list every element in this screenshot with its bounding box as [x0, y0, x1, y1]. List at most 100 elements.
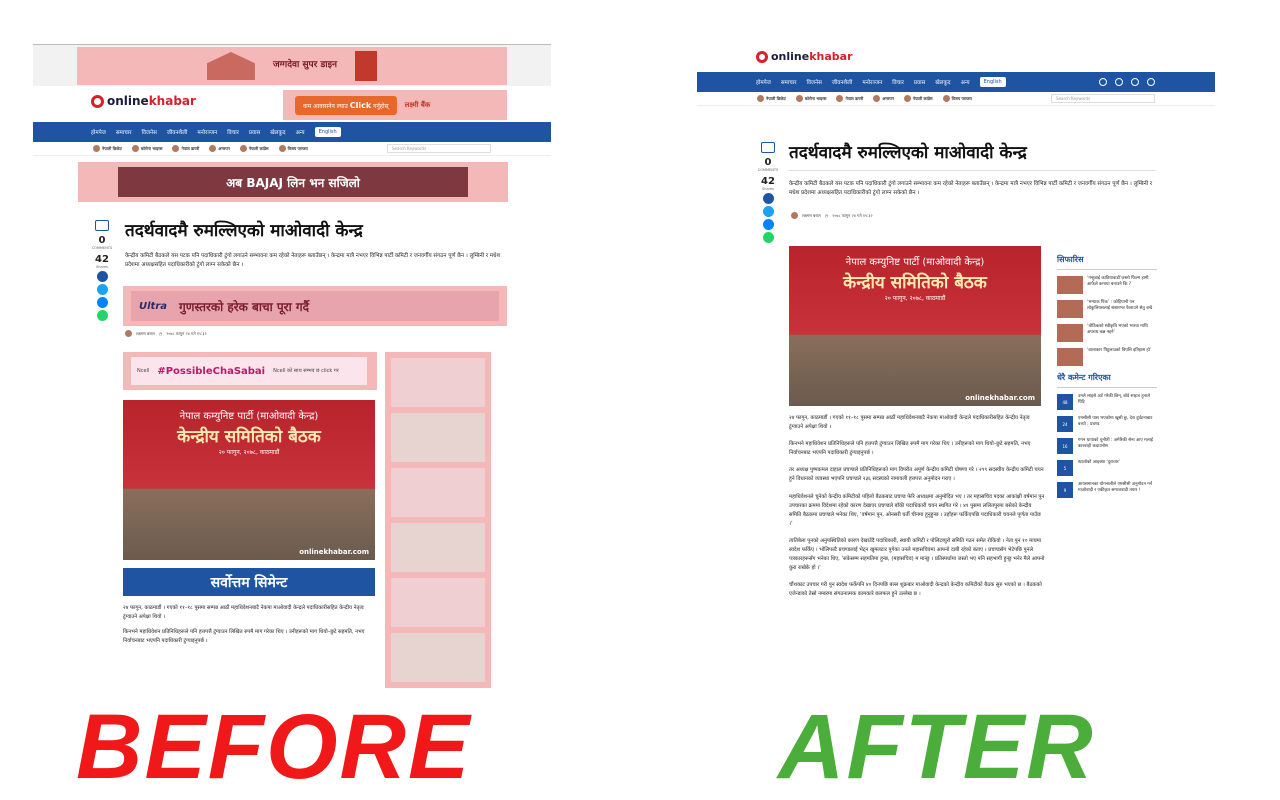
search-input[interactable]: Search Keywords	[1051, 94, 1155, 103]
nav-item[interactable]: खेलकुद	[935, 78, 950, 86]
trending-item[interactable]: विजय पराजय	[278, 145, 308, 152]
bajaj-ad-text: अब BAJAJ लिन भन सजिलो	[118, 167, 468, 197]
trending-item[interactable]: अमरपन	[873, 95, 894, 102]
facebook-icon[interactable]	[762, 193, 774, 204]
trending-item[interactable]: नेपाली कांग्रेस	[239, 145, 269, 152]
nav-item[interactable]: अन्य	[296, 128, 305, 136]
ultra-ad-banner[interactable]: Ultra गुणस्तरको हरेक बाचा पूरा गर्दै	[123, 286, 507, 326]
article-date: २०७८ फागुन २४ गते १५:३२	[832, 212, 873, 218]
rail-ad[interactable]	[391, 413, 485, 462]
list-item[interactable]: ‘बालाकार पिठुलाउको विपत्ति इतिहास हो’	[1057, 348, 1157, 366]
history-icon[interactable]	[1099, 78, 1107, 86]
ultra-brand: Ultra	[139, 300, 168, 312]
trending-item[interactable]: कोरोना भाइरस	[795, 95, 826, 102]
avatar	[942, 95, 950, 102]
author-name[interactable]: लक्ष्मण बराल	[136, 331, 155, 337]
comment-label: COMMENTS	[91, 246, 113, 250]
rail-ad[interactable]	[391, 358, 485, 407]
clock-icon: ◷	[158, 331, 163, 336]
nav-item[interactable]: विजनेस	[806, 78, 821, 86]
trending-item[interactable]: नेपाल डायरी	[836, 95, 863, 102]
nav-item[interactable]: विचार	[227, 128, 239, 136]
trending-item[interactable]: कोरोना भाइरस	[131, 145, 162, 152]
body-paragraph: किनभने महाधिवेशन प्रतिनिधिहरूले पनि हत्त…	[789, 441, 1031, 457]
cement-ad-banner[interactable]: सर्वोत्तम सिमेन्ट	[123, 568, 375, 596]
trending-item[interactable]: नेपाल डायरी	[172, 145, 199, 152]
nav-item[interactable]: विजनेस	[141, 128, 156, 136]
list-item[interactable]: 16 गगन थापाको चुनौती : अमेरिकी सेना आए मल…	[1057, 438, 1157, 454]
user-icon[interactable]	[1131, 78, 1139, 86]
messenger-icon[interactable]	[762, 219, 774, 230]
search-input[interactable]: Search Keywords	[387, 144, 491, 153]
nav-item[interactable]: मनोरञ्जन	[862, 78, 882, 86]
list-item[interactable]: 24 एमसीसी पास भएकोमा खुसी छु, देश दुर्घटन…	[1057, 416, 1157, 432]
thumbnail	[1057, 324, 1083, 342]
trending-item[interactable]: नेपाली कांग्रेस	[903, 95, 933, 102]
english-button[interactable]: English	[314, 127, 341, 137]
rail-ad[interactable]	[391, 578, 485, 627]
share-label: Shares	[96, 265, 108, 269]
nav-item[interactable]: होमपेज	[91, 128, 106, 136]
english-button[interactable]: English	[979, 77, 1006, 87]
twitter-icon[interactable]	[762, 206, 774, 217]
trending-item[interactable]: नेपाली क्रिकेट	[757, 95, 786, 102]
nav-item[interactable]: समाचार	[116, 128, 132, 136]
ncell-tag: #PossibleChaSabai	[157, 365, 266, 377]
nav-item[interactable]: खेलकुद	[270, 128, 285, 136]
ncell-ad-banner[interactable]: Ncell #PossibleChaSabai Ncell को साथ सम्…	[123, 352, 377, 390]
nav-item[interactable]: जीवनशैली	[832, 78, 853, 86]
rail-ad[interactable]	[391, 468, 485, 517]
list-item[interactable]: ‘गन्हुबाई काठियावाडी’जस्तो फिल्म हामी आफ…	[1057, 276, 1157, 294]
comment-icon[interactable]	[761, 142, 775, 153]
whatsapp-icon[interactable]	[96, 310, 108, 321]
header-ad-banner[interactable]: कम आवासनेन ल्याउ Click गर्नुहोस् लक्ष्मी…	[283, 90, 507, 120]
nav-item[interactable]: जीवनशैली	[167, 128, 188, 136]
nav-item[interactable]: प्रवास	[914, 78, 925, 86]
trending-icon[interactable]	[1115, 78, 1123, 86]
comment-badge: 24	[1057, 416, 1073, 432]
thumbnail	[1057, 348, 1083, 366]
header-ad-button[interactable]: कम आवासनेन ल्याउ Click गर्नुहोस्	[295, 95, 397, 115]
site-logo[interactable]: onlinekhabar	[756, 50, 853, 63]
article-lead: केन्द्रीय कमिटी बैठकले यस पटक पनि पदाधिक…	[125, 253, 501, 268]
logo-mark-icon	[91, 94, 104, 108]
top-ad-text: जग्गदेवा सुपर डाइन	[272, 60, 338, 71]
share-label: Shares	[762, 187, 774, 191]
list-item[interactable]: 9 आयसमानका योगनालीले एमसीसी अनुमोदन गर्न …	[1057, 482, 1157, 498]
trending-item[interactable]: नेपाली क्रिकेट	[93, 145, 122, 152]
list-item[interactable]: 48 उनले लाइसे अर्ट गरेकी छिन्, बोडे साइज …	[1057, 394, 1157, 410]
nav-item[interactable]: समाचार	[781, 78, 797, 86]
menu-icon[interactable]	[1147, 78, 1155, 86]
trending-item[interactable]: अमरपन	[209, 145, 230, 152]
main-nav: होमपेज समाचार विजनेस जीवनशैली मनोरञ्जन व…	[697, 72, 1215, 92]
after-label: AFTER	[778, 696, 1095, 798]
nav-item[interactable]: विचार	[892, 78, 904, 86]
logo-mark-icon	[756, 50, 768, 63]
twitter-icon[interactable]	[96, 284, 108, 295]
clock-icon: ◷	[824, 213, 829, 218]
site-logo[interactable]: onlinekhabar	[91, 94, 196, 108]
messenger-icon[interactable]	[96, 297, 108, 308]
comment-icon[interactable]	[95, 220, 109, 231]
nav-item[interactable]: प्रवास	[249, 128, 260, 136]
top-bar: जग्गदेवा सुपर डाइन	[33, 44, 551, 86]
photo-watermark: onlinekhabar.com	[965, 394, 1035, 402]
comment-badge: 16	[1057, 438, 1073, 454]
nav-item[interactable]: मनोरञ्जन	[197, 128, 217, 136]
top-ad-banner[interactable]: जग्गदेवा सुपर डाइन	[77, 47, 507, 85]
before-screenshot: जग्गदेवा सुपर डाइन onlinekhabar कम आवासन…	[33, 44, 551, 694]
list-item[interactable]: ‘भन्याक पिक’ : कोहिपानी पन लोकुलियसलाई स…	[1057, 300, 1157, 318]
nav-item[interactable]: होमपेज	[756, 78, 771, 86]
rail-ad[interactable]	[391, 523, 485, 572]
photo-watermark: onlinekhabar.com	[299, 548, 369, 556]
whatsapp-icon[interactable]	[762, 232, 774, 243]
list-item[interactable]: ‘चौठिकको स्वीकृति भएको भारवा माथि अपराध …	[1057, 324, 1157, 342]
facebook-icon[interactable]	[96, 271, 108, 282]
author-name[interactable]: लक्ष्मण बराल	[802, 213, 821, 219]
trending-item[interactable]: विजय पराजय	[942, 95, 972, 102]
avatar	[93, 145, 100, 152]
nav-item[interactable]: अन्य	[961, 78, 970, 86]
bajaj-ad-banner[interactable]: अब BAJAJ लिन भन सजिलो	[78, 162, 508, 202]
list-item[interactable]: 5 स्टालोको आइक्या ‘दुराचार’	[1057, 460, 1157, 476]
rail-ad[interactable]	[391, 633, 485, 682]
